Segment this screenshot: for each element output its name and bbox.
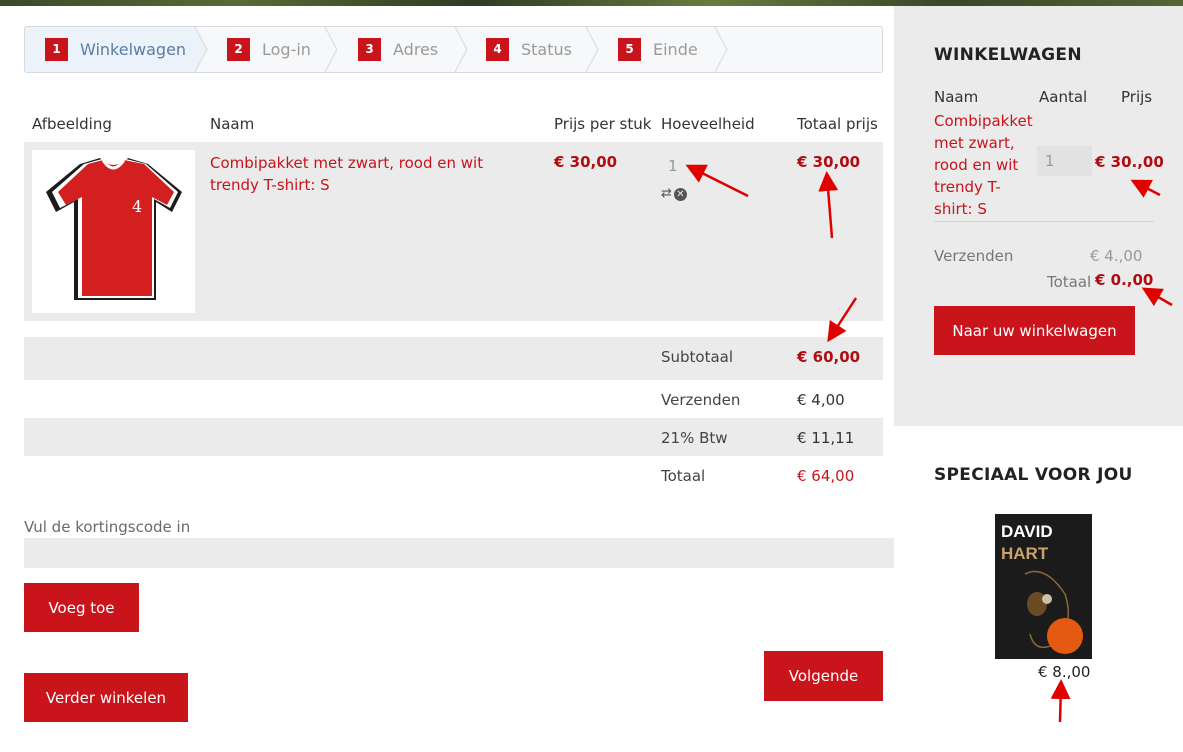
step-status[interactable]: 4 Status [486, 27, 572, 72]
step-adres[interactable]: 3 Adres [358, 27, 438, 72]
next-button[interactable]: Volgende [764, 651, 883, 701]
step-label: Winkelwagen [80, 40, 187, 59]
continue-shopping-button[interactable]: Verder winkelen [24, 673, 188, 722]
vat-row [24, 418, 883, 456]
sidebar-col-qty: Aantal [1039, 88, 1088, 106]
remove-icon[interactable]: ✕ [673, 188, 687, 201]
arrow-book-price [1050, 679, 1071, 723]
subtotal-row [24, 337, 883, 380]
sidebar-col-price: Prijs [1121, 88, 1153, 106]
header-name: Naam [210, 115, 255, 133]
coupon-input[interactable] [24, 538, 894, 568]
subtotal-label: Subtotaal [661, 348, 734, 366]
sidebar-total-value: € 0.,00 [1095, 271, 1154, 289]
checkout-steps: 1 Winkelwagen 2 Log-in 3 Adres 4 Status … [24, 26, 883, 73]
book-price: € 8.,00 [1038, 663, 1091, 681]
step-einde[interactable]: 5 Einde [618, 27, 698, 72]
total-label: Totaal [661, 467, 706, 485]
special-title: SPECIAAL VOOR JOU [934, 465, 1133, 485]
sidebar-item-price: € 30.,00 [1095, 153, 1164, 171]
refresh-icon[interactable]: ⇄ [661, 186, 672, 201]
step-winkelwagen[interactable]: 1 Winkelwagen [45, 27, 186, 72]
total-value: € 64,00 [797, 467, 855, 485]
shipping-value: € 4,00 [797, 391, 845, 409]
step-label: Adres [393, 40, 439, 59]
coupon-label: Vul de kortingscode in [24, 518, 191, 536]
shirt-number: 4 [132, 197, 142, 216]
step-number: 4 [486, 38, 509, 61]
book-cover-art [1024, 570, 1083, 654]
sidebar-item-name[interactable]: Combipakket met zwart, rood en wit trend… [934, 110, 1034, 220]
header-quantity: Hoeveelheid [661, 115, 755, 133]
step-login[interactable]: 2 Log-in [227, 27, 311, 72]
quantity-input[interactable]: 1 [668, 157, 678, 175]
product-image[interactable]: 4 [32, 150, 195, 313]
sidebar-shipping-value: € 4.,00 [1090, 247, 1143, 265]
sidebar-col-name: Naam [934, 88, 979, 106]
book-cover[interactable]: DAVID HART [995, 514, 1092, 659]
step-number: 2 [227, 38, 250, 61]
product-name-link[interactable]: Combipakket met zwart, rood en wit trend… [210, 152, 530, 196]
header-total-price: Totaal prijs [797, 115, 878, 133]
sidebar-item-qty: 1 [1037, 146, 1092, 176]
step-number: 5 [618, 38, 641, 61]
go-to-cart-button[interactable]: Naar uw winkelwagen [934, 306, 1135, 355]
item-total: € 30,00 [797, 153, 861, 171]
unit-price: € 30,00 [554, 153, 618, 171]
step-label: Einde [653, 40, 698, 59]
tshirt-image: 4 [46, 158, 182, 300]
sidebar-divider [934, 221, 1154, 222]
sidebar-cart-title: WINKELWAGEN [934, 45, 1082, 65]
vat-value: € 11,11 [797, 429, 855, 447]
step-label: Log-in [262, 40, 311, 59]
sidebar-shipping-label: Verzenden [934, 247, 1014, 265]
step-number: 1 [45, 38, 68, 61]
subtotal-value: € 60,00 [797, 348, 861, 366]
vat-label: 21% Btw [661, 429, 728, 447]
header-unit-price: Prijs per stuk [554, 115, 652, 133]
item-actions: ⇄ ✕ [661, 186, 687, 201]
shipping-label: Verzenden [661, 391, 741, 409]
step-label: Status [521, 40, 572, 59]
add-coupon-button[interactable]: Voeg toe [24, 583, 139, 632]
header-image: Afbeelding [32, 115, 112, 133]
step-number: 3 [358, 38, 381, 61]
sidebar-total-label: Totaal [1047, 273, 1092, 291]
